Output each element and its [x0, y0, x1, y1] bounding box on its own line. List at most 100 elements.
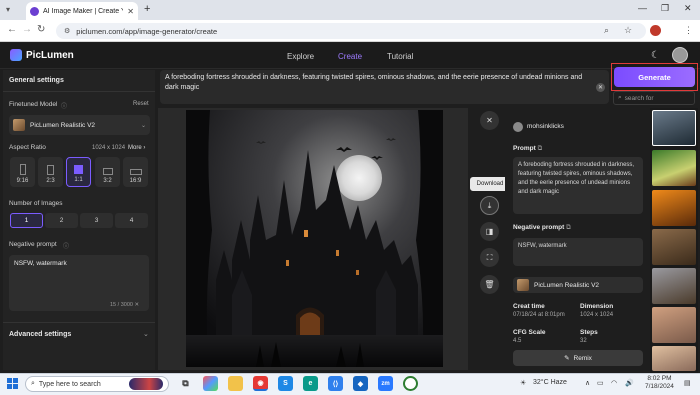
delete-button[interactable]: 🗑 [480, 275, 499, 294]
bookmark-star-icon[interactable]: ☆ [624, 25, 632, 36]
copilot-icon[interactable] [203, 376, 218, 391]
new-tab-button[interactable]: + [144, 3, 150, 15]
wifi-icon[interactable]: ◠ [611, 379, 617, 387]
ratio-16-9[interactable]: 16:9 [123, 157, 148, 187]
cfg-value: 4.5 [513, 338, 522, 344]
count-3-button[interactable]: 3 [80, 213, 113, 228]
remix-button[interactable]: ✎ Remix [513, 350, 643, 366]
browser-menu-icon[interactable]: ⋮ [684, 25, 693, 36]
count-4-button[interactable]: 4 [115, 213, 148, 228]
generated-image[interactable] [186, 110, 443, 367]
general-settings-heading[interactable]: General settings [9, 77, 64, 84]
close-preview-button[interactable]: ✕ [480, 111, 499, 130]
profile-icon[interactable] [650, 25, 661, 36]
weather-text[interactable]: 32°C Haze [533, 379, 567, 386]
generate-button[interactable]: Generate [614, 67, 695, 87]
info-icon[interactable]: ⓘ [61, 101, 67, 110]
ratio-2-3[interactable]: 2:3 [38, 157, 63, 187]
theme-toggle-moon-icon[interactable]: ☾ [651, 50, 660, 61]
ratio-1-1[interactable]: 1:1 [66, 157, 91, 187]
minimize-icon[interactable]: — [638, 3, 647, 13]
history-thumb[interactable] [652, 307, 696, 343]
volume-icon[interactable]: 🔊 [625, 379, 634, 387]
notifications-icon[interactable]: ▤ [684, 379, 691, 387]
remix-label: Remix [573, 354, 592, 362]
ratio-label: 2:3 [46, 178, 55, 184]
security-app-icon[interactable]: ◆ [353, 376, 368, 391]
model-select[interactable]: PicLumen Realistic V2 ⌄ [9, 115, 150, 135]
history-thumb[interactable] [652, 268, 696, 304]
divider [3, 322, 155, 323]
address-bar[interactable]: ⚙ piclumen.com/app/image-generator/creat… [56, 23, 646, 39]
history-thumb[interactable] [652, 110, 696, 146]
tab-list-icon[interactable]: ▾ [6, 5, 10, 14]
taskbar-search-input[interactable]: ⌕ Type here to search [25, 376, 169, 392]
pencil-icon: ✎ [564, 355, 570, 362]
model-thumbnail [13, 119, 25, 131]
count-2-button[interactable]: 2 [45, 213, 78, 228]
history-thumb[interactable] [652, 346, 696, 371]
clear-prompt-icon[interactable]: ✕ [596, 83, 605, 92]
prompt-input[interactable]: A foreboding fortress shrouded in darkne… [160, 70, 609, 104]
advanced-settings-heading[interactable]: Advanced settings [9, 331, 71, 338]
dimension-label: Dimension [580, 303, 614, 310]
task-view-icon[interactable]: ⧉ [178, 376, 193, 391]
count-1-button[interactable]: 1 [10, 213, 43, 228]
edge-icon[interactable]: e [303, 376, 318, 391]
ratio-shape-icon [102, 168, 113, 175]
user-avatar[interactable] [672, 47, 688, 63]
creator-name: mohsinklicks [527, 123, 564, 130]
nav-explore[interactable]: Explore [287, 52, 314, 61]
number-of-images-label: Number of Images [9, 200, 63, 207]
ratio-9-16[interactable]: 9:16 [10, 157, 35, 187]
chevron-down-icon[interactable]: ⌄ [143, 330, 149, 338]
history-thumb[interactable] [652, 229, 696, 265]
more-ratios-link[interactable]: More › [128, 145, 145, 151]
network-icon[interactable]: ▭ [597, 379, 604, 387]
whatsapp-icon[interactable] [403, 376, 418, 391]
vscode-icon[interactable]: ⟨⟩ [328, 376, 343, 391]
back-icon[interactable]: ← [7, 24, 17, 35]
piclumen-logo[interactable]: PicLumen [10, 49, 74, 61]
negative-char-count: 15 / 3000 ✕ [110, 302, 140, 308]
search-input[interactable]: ⌕ search for [613, 91, 695, 105]
weather-icon[interactable]: ☀ [520, 379, 526, 387]
zoom-icon[interactable]: ⌕ [604, 25, 609, 36]
model-info-name: PicLumen Realistic V2 [534, 281, 600, 289]
cfg-label: CFG Scale [513, 329, 546, 336]
browser-tab[interactable]: AI Image Maker | Create Your F ✕ [26, 2, 138, 20]
file-explorer-icon[interactable] [228, 376, 243, 391]
upscale-button[interactable]: ⛶ [480, 248, 499, 267]
history-thumb[interactable] [652, 150, 696, 186]
finetuned-model-label: Finetuned Model [9, 101, 58, 108]
negative-prompt-label: Negative prompt [9, 241, 57, 248]
variation-button[interactable]: ◨ [480, 222, 499, 241]
ratio-label: 9:16 [16, 178, 29, 184]
history-thumb[interactable] [652, 190, 696, 226]
tray-overflow-icon[interactable]: ∧ [585, 379, 590, 387]
nav-tutorial[interactable]: Tutorial [387, 52, 413, 61]
close-tab-icon[interactable]: ✕ [127, 7, 134, 16]
model-name: PicLumen Realistic V2 [30, 121, 96, 129]
site-info-icon[interactable]: ⚙ [64, 27, 70, 35]
zoom-app-icon[interactable]: zm [378, 376, 393, 391]
tab-title: AI Image Maker | Create Your F [43, 7, 124, 15]
model-info: PicLumen Realistic V2 [513, 277, 643, 293]
steps-value: 32 [580, 338, 587, 344]
close-window-icon[interactable]: ✕ [684, 3, 692, 14]
nav-create[interactable]: Create [338, 52, 362, 61]
clock[interactable]: 8:02 PM 7/18/2024 [645, 375, 674, 391]
info-icon[interactable]: ⓘ [63, 241, 69, 250]
reload-icon[interactable]: ↻ [37, 24, 45, 35]
maximize-icon[interactable]: ❐ [661, 3, 669, 14]
download-button[interactable]: ⤓ [480, 196, 499, 215]
ratio-3-2[interactable]: 3:2 [95, 157, 120, 187]
skype-icon[interactable]: S [278, 376, 293, 391]
reset-button[interactable]: Reset [133, 101, 149, 107]
windows-start-icon[interactable] [7, 378, 18, 389]
chrome-icon[interactable]: ◉ [253, 376, 268, 391]
ratio-label: 3:2 [103, 178, 112, 184]
piclumen-logo-icon [10, 49, 22, 61]
search-icon: ⌕ [618, 94, 622, 101]
forward-icon[interactable]: → [22, 24, 32, 35]
